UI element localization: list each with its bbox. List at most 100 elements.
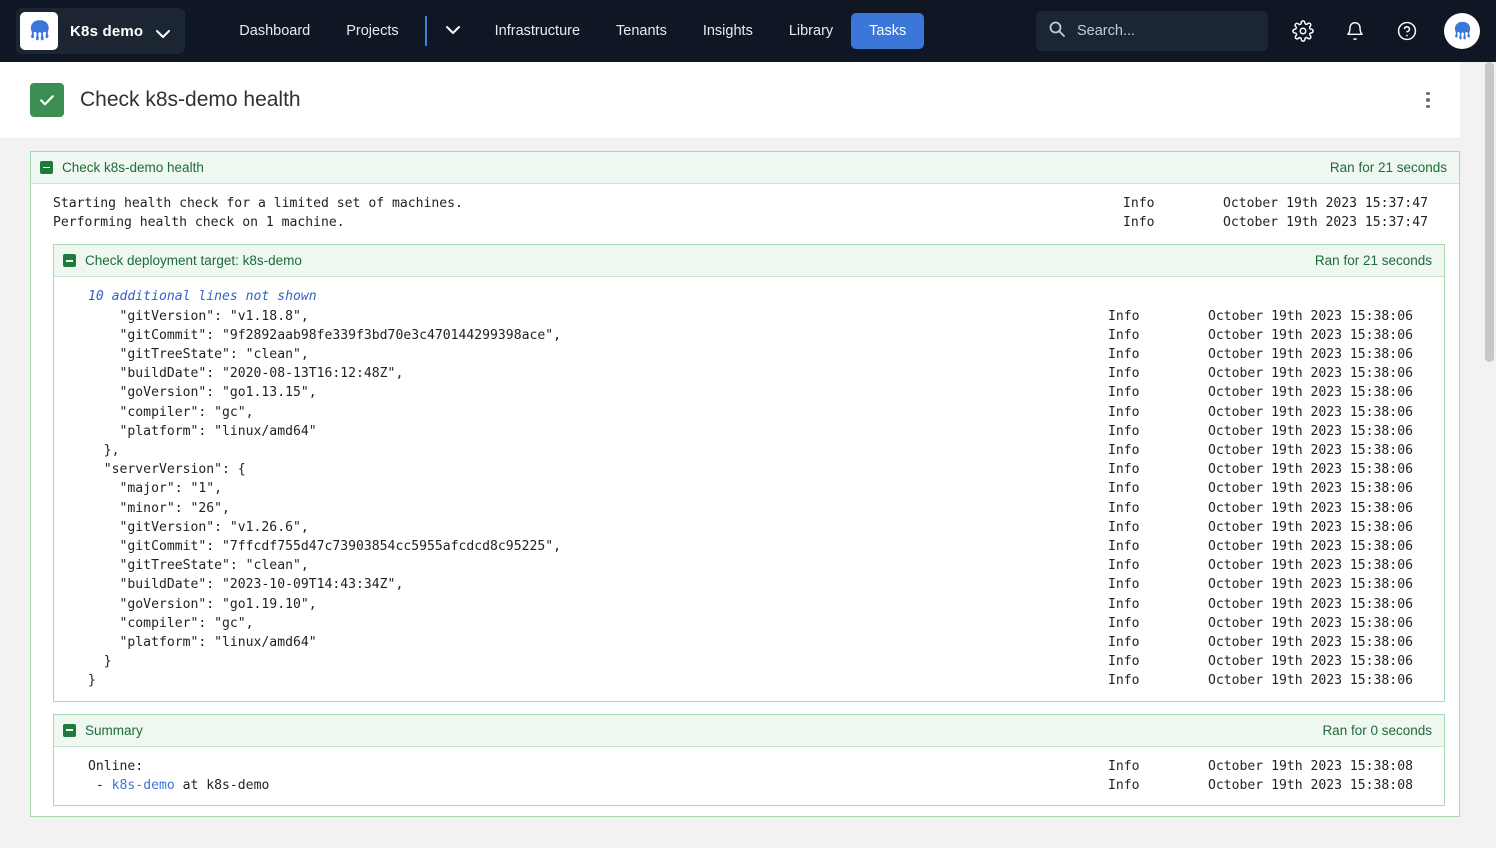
log-category: Info (1108, 307, 1208, 326)
collapse-minus-icon[interactable] (40, 161, 53, 174)
page-body: Check k8s-demo health Check k8s-demo hea… (0, 62, 1496, 848)
octopus-logo-icon (20, 12, 58, 50)
log-panel-root: Check k8s-demo health Ran for 21 seconds… (30, 151, 1460, 817)
log-category: Info (1108, 556, 1208, 575)
log-message: "goVersion": "go1.13.15", (66, 383, 1108, 402)
nav-item-library[interactable]: Library (771, 15, 851, 47)
user-avatar-icon[interactable] (1444, 13, 1480, 49)
log-line: }InfoOctober 19th 2023 15:38:06 (66, 671, 1444, 690)
log-panel-duration: Ran for 21 seconds (1315, 253, 1432, 268)
log-message: "platform": "linux/amd64" (66, 633, 1108, 652)
log-panel-body: Starting health check for a limited set … (31, 184, 1459, 816)
log-message: "gitCommit": "7ffcdf755d47c73903854cc595… (66, 537, 1108, 556)
log-category: Info (1108, 403, 1208, 422)
nav-item-projects-group: Projects (328, 14, 476, 48)
log-timestamp: October 19th 2023 15:38:06 (1208, 460, 1444, 479)
log-line: "gitCommit": "7ffcdf755d47c73903854cc595… (66, 537, 1444, 556)
nav-item-projects[interactable]: Projects (328, 15, 416, 47)
log-timestamp: October 19th 2023 15:38:06 (1208, 499, 1444, 518)
log-category: Info (1108, 633, 1208, 652)
collapse-minus-icon[interactable] (63, 254, 76, 267)
log-category: Info (1108, 776, 1208, 795)
log-timestamp: October 19th 2023 15:38:06 (1208, 595, 1444, 614)
log-message: "compiler": "gc", (66, 403, 1108, 422)
log-category: Info (1108, 326, 1208, 345)
log-panel-header[interactable]: Check deployment target: k8s-demo Ran fo… (54, 245, 1444, 277)
nav-item-infrastructure[interactable]: Infrastructure (477, 15, 598, 47)
main-nav-links: Dashboard Projects Infrastructure Tenant… (221, 13, 924, 49)
log-timestamp: October 19th 2023 15:38:06 (1208, 441, 1444, 460)
nav-item-tasks[interactable]: Tasks (851, 13, 924, 49)
space-switcher[interactable]: K8s demo (16, 8, 185, 54)
chevron-down-icon (445, 22, 461, 40)
log-category: Info (1108, 537, 1208, 556)
log-message: Online: (66, 757, 1108, 776)
log-category: Info (1108, 364, 1208, 383)
log-timestamp: October 19th 2023 15:38:06 (1208, 326, 1444, 345)
log-timestamp: October 19th 2023 15:38:06 (1208, 537, 1444, 556)
log-timestamp: October 19th 2023 15:38:06 (1208, 633, 1444, 652)
nav-item-dashboard[interactable]: Dashboard (221, 15, 328, 47)
kebab-menu-icon[interactable] (1416, 85, 1440, 115)
log-line: "minor": "26",InfoOctober 19th 2023 15:3… (66, 499, 1444, 518)
log-line: "platform": "linux/amd64"InfoOctober 19t… (66, 422, 1444, 441)
additional-lines-note[interactable]: 10 additional lines not shown (66, 287, 1108, 306)
log-panel-title: Summary (85, 723, 143, 738)
log-timestamp: October 19th 2023 15:38:06 (1208, 479, 1444, 498)
log-message: "gitVersion": "v1.26.6", (66, 518, 1108, 537)
settings-icon[interactable] (1286, 14, 1320, 48)
nav-item-insights[interactable]: Insights (685, 15, 771, 47)
log-line: Online: Info October 19th 2023 15:38:08 (66, 757, 1444, 776)
log-category: Info (1108, 595, 1208, 614)
log-message: "buildDate": "2023-10-09T14:43:34Z", (66, 575, 1108, 594)
log-panel-duration: Ran for 21 seconds (1330, 160, 1447, 175)
log-message: "gitVersion": "v1.18.8", (66, 307, 1108, 326)
log-timestamp: October 19th 2023 15:38:06 (1208, 556, 1444, 575)
projects-dropdown-toggle[interactable] (429, 14, 477, 48)
log-timestamp: October 19th 2023 15:38:06 (1208, 652, 1444, 671)
collapse-minus-icon[interactable] (63, 724, 76, 737)
task-log-area: Check k8s-demo health Ran for 21 seconds… (0, 139, 1478, 817)
log-message: "buildDate": "2020-08-13T16:12:48Z", (66, 364, 1108, 383)
log-timestamp: October 19th 2023 15:38:06 (1208, 422, 1444, 441)
log-category: Info (1108, 383, 1208, 402)
log-line: Performing health check on 1 machine. In… (31, 213, 1459, 232)
search-input[interactable]: Search... (1036, 11, 1268, 51)
log-panel-deployment-target: Check deployment target: k8s-demo Ran fo… (53, 244, 1445, 701)
log-line: "goVersion": "go1.19.10",InfoOctober 19t… (66, 595, 1444, 614)
log-lines-deployment-target: "gitVersion": "v1.18.8",InfoOctober 19th… (66, 307, 1444, 691)
log-category: Info (1108, 614, 1208, 633)
machine-link[interactable]: k8s-demo (112, 778, 175, 793)
log-line: "gitCommit": "9f2892aab98fe339f3bd70e3c4… (66, 326, 1444, 345)
log-panel-body: 10 additional lines not shown "gitVersio… (54, 277, 1444, 700)
page-scrollbar[interactable] (1482, 62, 1496, 848)
log-message: } (66, 671, 1108, 690)
search-placeholder: Search... (1077, 23, 1135, 39)
log-timestamp: October 19th 2023 15:37:47 (1223, 213, 1459, 232)
log-category: Info (1108, 345, 1208, 364)
log-message: "gitTreeState": "clean", (66, 345, 1108, 364)
log-message-suffix: at k8s-demo (175, 778, 270, 793)
log-line-note[interactable]: 10 additional lines not shown (66, 287, 1444, 306)
log-line: "gitTreeState": "clean",InfoOctober 19th… (66, 345, 1444, 364)
log-panel-header[interactable]: Check k8s-demo health Ran for 21 seconds (31, 152, 1459, 184)
log-line: "buildDate": "2023-10-09T14:43:34Z",Info… (66, 575, 1444, 594)
log-timestamp: October 19th 2023 15:38:06 (1208, 575, 1444, 594)
nav-divider (425, 16, 427, 46)
log-timestamp: October 19th 2023 15:38:06 (1208, 364, 1444, 383)
log-timestamp: October 19th 2023 15:38:06 (1208, 383, 1444, 402)
page-title: Check k8s-demo health (80, 88, 301, 112)
log-timestamp: October 19th 2023 15:38:06 (1208, 307, 1444, 326)
scrollbar-thumb[interactable] (1485, 62, 1494, 362)
log-panel-body: Online: Info October 19th 2023 15:38:08 … (54, 747, 1444, 805)
nav-item-tenants[interactable]: Tenants (598, 15, 685, 47)
log-message: } (66, 652, 1108, 671)
log-message: "gitCommit": "9f2892aab98fe339f3bd70e3c4… (66, 326, 1108, 345)
log-timestamp: October 19th 2023 15:38:06 (1208, 403, 1444, 422)
log-category: Info (1108, 671, 1208, 690)
log-line: "major": "1",InfoOctober 19th 2023 15:38… (66, 479, 1444, 498)
bell-icon[interactable] (1338, 14, 1372, 48)
log-panel-header[interactable]: Summary Ran for 0 seconds (54, 715, 1444, 747)
log-line: - k8s-demo at k8s-demo Info October 19th… (66, 776, 1444, 795)
help-icon[interactable] (1390, 14, 1424, 48)
